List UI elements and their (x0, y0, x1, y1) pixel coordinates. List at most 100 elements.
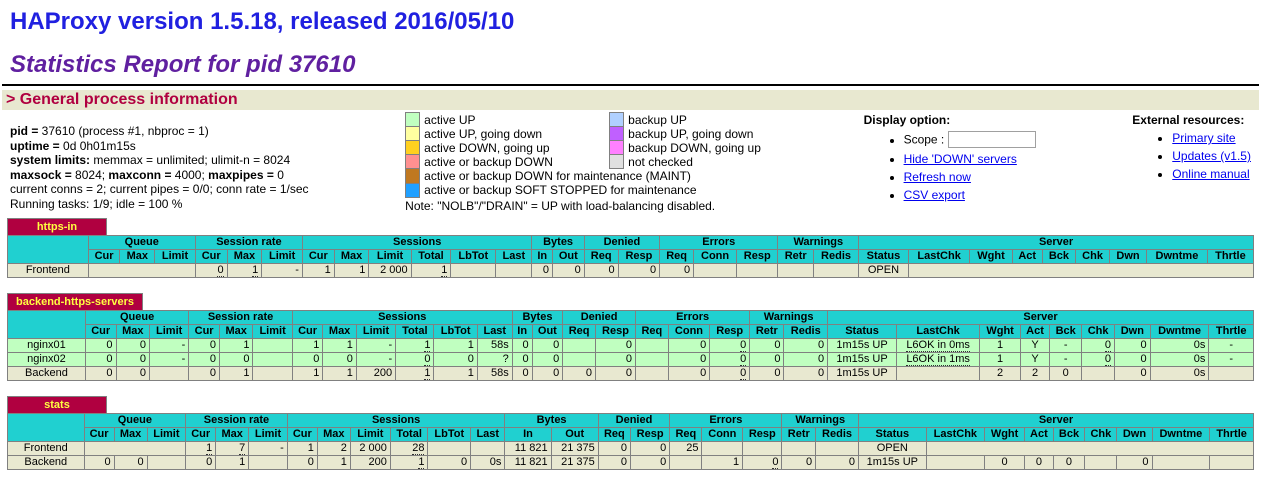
stat-cell (471, 441, 505, 455)
link-hide-down-servers[interactable]: Hide 'DOWN' servers (904, 152, 1017, 166)
stat-cell: 0 (532, 366, 563, 380)
col-header-wght: Wght (980, 324, 1021, 338)
scope-input[interactable] (948, 131, 1036, 148)
col-header-chk: Chk (1076, 249, 1110, 263)
stat-cell: 0 (85, 352, 116, 366)
stat-cell (926, 441, 1253, 455)
display-options-title: Display option: (864, 113, 951, 127)
stat-cell (428, 441, 471, 455)
col-group-queue: Queue (85, 310, 188, 324)
horizontal-rule (2, 84, 1259, 86)
stat-cell: 1 (216, 455, 249, 469)
stat-cell: 1 (227, 263, 262, 277)
header-columns-row: CurMaxLimitCurMaxLimitCurMaxLimitTotalLb… (8, 324, 1254, 338)
legend-swatch-not-checked (610, 155, 624, 169)
link-refresh-now[interactable]: Refresh now (904, 170, 971, 184)
col-header-lbtot: LbTot (428, 427, 471, 441)
legend-label: active DOWN, going up (420, 141, 610, 155)
stat-cell: - (262, 263, 303, 277)
stat-cell: OPEN (859, 263, 909, 277)
proxy-section-stats: stats QueueSession rateSessionsBytesDeni… (7, 396, 1254, 470)
stat-cell (813, 263, 858, 277)
stat-cell: 2 000 (369, 263, 411, 277)
stat-cell: 21 375 (551, 441, 598, 455)
stat-cell: 0 (750, 338, 784, 352)
stat-cell: 1m15s UP (828, 352, 897, 366)
col-header-max: Max (116, 324, 150, 338)
stat-cell: 0 (668, 352, 709, 366)
stat-cell (496, 263, 532, 277)
legend-table: active UP backup UP active UP, going dow… (405, 112, 767, 198)
legend-label: active UP, going down (420, 127, 610, 141)
stat-cell: 0 (512, 352, 532, 366)
stat-cell: 0 (195, 263, 227, 277)
col-header-in: In (505, 427, 551, 441)
stat-cell (816, 441, 859, 455)
stat-cell (451, 263, 496, 277)
row-frontend: Frontend 01-112 0001 00000 OPEN (8, 263, 1254, 277)
col-header-thrtle: Thrtle (1210, 427, 1254, 441)
stat-cell: 0 (1025, 455, 1054, 469)
stat-cell: 1 (980, 352, 1021, 366)
stat-cell: 0 (630, 441, 669, 455)
stat-cell: 0 (710, 352, 750, 366)
stat-cell: 200 (356, 366, 395, 380)
legend-row: active DOWN, going up backup DOWN, going… (406, 141, 767, 155)
legend-note: Note: "NOLB"/"DRAIN" = UP with load-bala… (405, 199, 767, 213)
legend-swatch-active-up-going-down (406, 127, 420, 141)
col-header-cur: Cur (189, 324, 220, 338)
col-header-dwn: Dwn (1117, 427, 1152, 441)
col-header-cur: Cur (292, 324, 323, 338)
stat-cell (150, 366, 189, 380)
stat-cell: 1 (219, 366, 253, 380)
proxy-tab-backend-https-servers[interactable]: backend-https-servers (7, 293, 143, 310)
proxy-tab-stats[interactable]: stats (7, 396, 107, 413)
col-header-last: Last (477, 324, 512, 338)
col-header-out: Out (551, 427, 598, 441)
stat-cell: 7 (216, 441, 249, 455)
stats-table-stats: QueueSession rateSessionsBytesDeniedErro… (7, 413, 1254, 470)
link-updates-v1-5[interactable]: Updates (v1.5) (1172, 149, 1251, 163)
col-header-act: Act (1012, 249, 1042, 263)
legend-swatch-backup-up-going-down (610, 127, 624, 141)
proxy-tab-https-in[interactable]: https-in (7, 218, 107, 235)
col-header-in: In (512, 324, 532, 338)
link-primary-site[interactable]: Primary site (1172, 131, 1235, 145)
legend-label: active or backup DOWN for maintenance (M… (420, 169, 767, 184)
info-row: pid = 37610 (process #1, nbproc = 1)upti… (2, 110, 1259, 213)
stat-cell: 1 (323, 338, 357, 352)
stat-cell: 0s (471, 455, 505, 469)
col-header-out: Out (532, 324, 563, 338)
col-header-last: Last (471, 427, 505, 441)
col-group-queue: Queue (88, 235, 195, 249)
stat-cell: 0 (114, 455, 147, 469)
stat-cell: L6OK in 1ms (896, 352, 979, 366)
stat-cell: 0 (396, 352, 434, 366)
stat-cell: 1m15s UP (858, 455, 926, 469)
col-header-redis: Redis (813, 249, 858, 263)
stat-cell: - (1209, 352, 1254, 366)
col-header-resp: Resp (618, 249, 659, 263)
link-csv-export[interactable]: CSV export (904, 188, 965, 202)
stat-cell: 1 (390, 455, 428, 469)
col-header-bck: Bck (1050, 324, 1082, 338)
stat-cell: 0 (189, 352, 220, 366)
haproxy-stats-page: HAProxy version 1.5.18, released 2016/05… (2, 8, 1259, 470)
stat-cell: 0 (116, 366, 150, 380)
col-group-errors: Errors (635, 310, 749, 324)
haproxy-version-link[interactable]: HAProxy version 1.5.18, released 2016/05… (10, 8, 514, 35)
stat-cell (1082, 366, 1115, 380)
stat-cell: 1 (980, 338, 1021, 352)
stat-cell: 0 (584, 263, 618, 277)
stats-table-https-in: QueueSession rateSessionsBytesDeniedErro… (7, 235, 1254, 278)
stat-cell: 0 (116, 352, 150, 366)
link-online-manual[interactable]: Online manual (1172, 167, 1249, 181)
general-process-info-header: > General process information (2, 90, 1259, 110)
legend-label: backup UP (624, 113, 767, 127)
col-header-lastchk: LastChk (926, 427, 984, 441)
display-options-list: Scope : Hide 'DOWN' serversRefresh nowCS… (864, 131, 1036, 202)
row-nginx02: nginx0200-00 00-00?00 0 00001m15s UPL6OK… (8, 352, 1254, 366)
external-resources-title: External resources: (1132, 113, 1244, 127)
stat-cell: 0 (668, 338, 709, 352)
proxy-section-backend-https-servers: backend-https-servers QueueSession rateS… (7, 293, 1254, 381)
